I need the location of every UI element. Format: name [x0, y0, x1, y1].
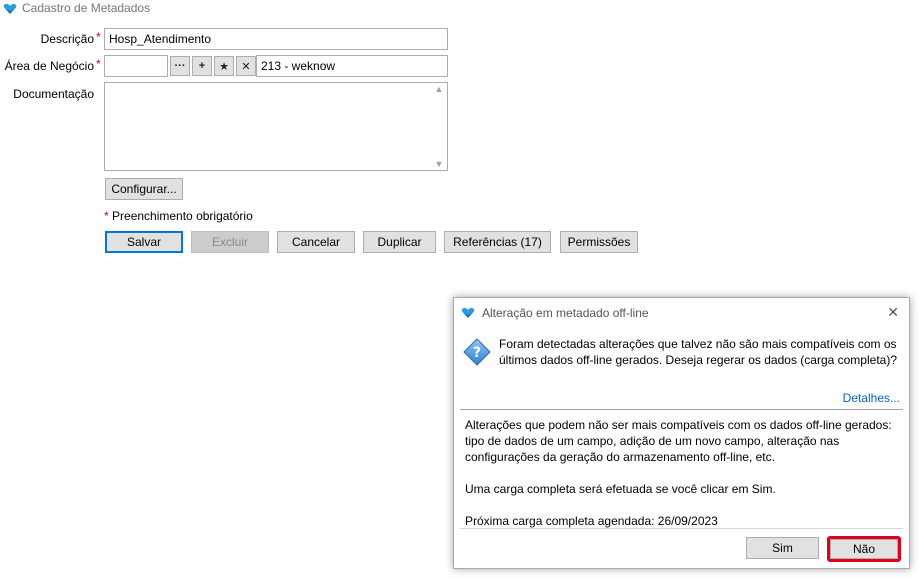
area-name-input[interactable]: 213 - weknow: [256, 55, 448, 77]
scroll-up-icon[interactable]: ▲: [435, 83, 444, 95]
dialog-details-text: Alterações que podem não ser mais compat…: [465, 417, 905, 529]
scroll-down-icon[interactable]: ▼: [435, 158, 444, 170]
nao-button-highlight: [827, 536, 901, 562]
app-logo-icon: [3, 3, 17, 14]
dialog-close-icon[interactable]: ✕: [887, 304, 899, 321]
lookup-clear-button[interactable]: ✕: [236, 56, 256, 76]
dialog-separator: [460, 409, 903, 410]
area-required-mark: *: [96, 57, 101, 71]
duplicar-button[interactable]: Duplicar: [363, 231, 436, 253]
dialog-message: Foram detectadas alterações que talvez n…: [499, 337, 897, 367]
lookup-browse-button[interactable]: ···: [170, 56, 190, 76]
cancelar-button[interactable]: Cancelar: [277, 231, 355, 253]
area-label-text: Área de Negócio: [4, 59, 94, 73]
documentacao-scrollbar[interactable]: ▲ ▼: [431, 83, 447, 170]
area-label: Área de Negócio: [4, 59, 94, 73]
lookup-add-button[interactable]: +: [192, 56, 212, 76]
descricao-required-mark: *: [96, 30, 101, 44]
descricao-label: Descrição: [10, 32, 94, 46]
question-icon: ?: [463, 338, 491, 366]
details-paragraph-1: Alterações que podem não ser mais compat…: [465, 418, 892, 464]
window-title: Cadastro de Metadados: [22, 1, 151, 15]
required-note: * Preenchimento obrigatório: [104, 209, 253, 223]
salvar-button[interactable]: Salvar: [105, 231, 183, 253]
configurar-button[interactable]: Configurar...: [105, 178, 183, 200]
required-note-text: Preenchimento obrigatório: [112, 209, 253, 223]
offline-alert-dialog: Alteração em metadado off-line ✕ ? Foram…: [453, 297, 910, 569]
area-code-input[interactable]: [104, 55, 168, 77]
details-link[interactable]: Detalhes...: [843, 391, 900, 405]
descricao-input[interactable]: Hosp_Atendimento: [104, 28, 448, 50]
descricao-label-text: Descrição: [40, 32, 94, 46]
sim-button[interactable]: Sim: [746, 537, 819, 559]
excluir-button: Excluir: [191, 231, 269, 253]
dialog-footer-separator: [460, 528, 903, 529]
referencias-button[interactable]: Referências (17): [444, 231, 551, 253]
required-note-mark: *: [104, 209, 109, 223]
lookup-favorite-button[interactable]: ★: [214, 56, 234, 76]
details-paragraph-3: Próxima carga completa agendada: 26/09/2…: [465, 514, 718, 528]
permissoes-button[interactable]: Permissões: [560, 231, 638, 253]
documentacao-label: Documentação: [13, 87, 94, 101]
dialog-title: Alteração em metadado off-line: [482, 306, 649, 320]
details-paragraph-2: Uma carga completa será efetuada se você…: [465, 482, 776, 496]
svg-text:?: ?: [473, 345, 481, 361]
dialog-app-logo-icon: [461, 307, 475, 318]
documentacao-textarea[interactable]: ▲ ▼: [104, 82, 448, 171]
